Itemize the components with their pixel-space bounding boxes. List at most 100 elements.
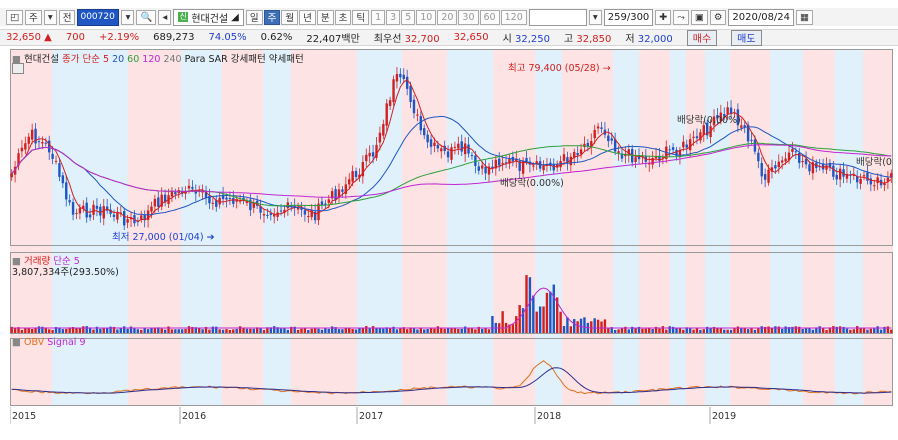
crosshair-icon[interactable]: ⤳ [673, 9, 689, 25]
candle-body [436, 144, 440, 149]
volume-bar [348, 327, 351, 333]
volume-bar [426, 328, 429, 333]
code-dropdown-icon[interactable]: ▾ [121, 9, 135, 25]
volume-bar [460, 328, 463, 333]
price-legend-item: 240 [163, 54, 185, 65]
gear-icon[interactable]: ⚙ [709, 9, 727, 25]
volume-bar [133, 328, 136, 333]
volume-bar [603, 319, 607, 333]
price-legend-item: 현대건설 [24, 54, 62, 65]
chevron-down-icon[interactable]: ▾ [43, 9, 57, 25]
volume-bar [648, 328, 651, 333]
volume-bar [37, 326, 41, 333]
interval-button-0[interactable]: 1 [371, 9, 386, 25]
candle-body [416, 114, 419, 116]
volume-bar [116, 329, 119, 333]
background-band [10, 49, 52, 406]
speaker-icon[interactable]: ◂ [158, 9, 172, 25]
minimize-icon[interactable] [12, 63, 24, 74]
volume-bar [757, 328, 760, 333]
volume-bar [641, 328, 644, 333]
count-field[interactable]: 259/300 [603, 8, 654, 26]
open-value: 32,250 [514, 34, 550, 45]
period-tab-1[interactable]: 주 [263, 9, 281, 25]
period-tab-4[interactable]: 분 [316, 9, 334, 25]
period-tab-0[interactable]: 일 [245, 9, 263, 25]
interval-dropdown-icon[interactable]: ▾ [588, 9, 602, 25]
candle-body [450, 147, 453, 160]
volume-bar [177, 329, 180, 333]
volume-bar [198, 328, 201, 333]
period-tab-5[interactable]: 초 [334, 9, 352, 25]
candle-body [607, 135, 610, 142]
period-tab-6[interactable]: 틱 [352, 9, 370, 25]
volume-bar [351, 329, 354, 333]
interval-button-4[interactable]: 20 [437, 9, 458, 25]
volume-bar [873, 328, 876, 333]
interval-button-5[interactable]: 30 [458, 9, 479, 25]
buy-button[interactable]: 매수 [686, 29, 718, 46]
edit-icon[interactable]: ◢ [231, 12, 239, 23]
candle-body [174, 192, 177, 195]
background-band [863, 49, 893, 406]
volume-bar [515, 316, 518, 333]
candle-body [562, 154, 566, 161]
calendar-icon[interactable]: ▦ [796, 9, 814, 25]
background-band [770, 49, 803, 406]
stock-code-input[interactable]: 000720 [77, 8, 120, 26]
interval-button-3[interactable]: 10 [416, 9, 437, 25]
volume-bar [774, 326, 777, 333]
volume-bar [651, 328, 654, 333]
background-band [835, 49, 863, 406]
menu-button[interactable]: 주 [24, 9, 42, 25]
volume-bar [794, 326, 798, 333]
candle-body [419, 116, 423, 131]
prev-button[interactable]: 전 [58, 9, 76, 25]
volume-bar [337, 329, 341, 333]
dividend-label: 배당락(0.00%) [500, 178, 564, 189]
candle-body [579, 149, 583, 155]
background-band [562, 49, 613, 406]
interval-button-7[interactable]: 120 [500, 9, 527, 25]
volume-bar [552, 284, 555, 333]
volume-bar [303, 328, 307, 333]
candle-body [838, 168, 842, 180]
candle-body [334, 189, 337, 201]
interval-button-6[interactable]: 60 [479, 9, 500, 25]
candle-body [10, 173, 13, 178]
period-tab-2[interactable]: 월 [281, 9, 299, 25]
volume-bar [235, 328, 238, 333]
stock-name-box[interactable]: 신 현대건설 ◢ [173, 8, 244, 26]
interval-button-1[interactable]: 3 [386, 9, 401, 25]
volume-bar [242, 328, 245, 333]
low-label: 저 [625, 34, 635, 45]
candle-body [866, 172, 869, 181]
candle-body [402, 74, 405, 80]
candle-body [317, 203, 320, 221]
candle-body [791, 148, 794, 152]
date-field[interactable]: 2020/08/24 [728, 8, 795, 26]
window-icon[interactable]: ◰ [6, 9, 23, 25]
price-legend-item: 5 [102, 54, 113, 65]
volume-bar [395, 329, 399, 333]
search-icon[interactable]: 🔍 [136, 9, 157, 25]
candle-body [95, 205, 99, 209]
interval-input[interactable] [528, 8, 587, 26]
zoom-in-icon[interactable]: ✚ [655, 9, 672, 25]
sell-button[interactable]: 매도 [731, 29, 762, 46]
volume-bar [699, 329, 702, 333]
volume-bar [259, 328, 262, 333]
volume-bar [163, 329, 167, 333]
save-icon[interactable]: ▣ [690, 9, 708, 25]
period-tab-3[interactable]: 년 [299, 9, 316, 25]
volume-bar [818, 326, 821, 333]
volume-bar [330, 326, 334, 333]
candle-body [71, 202, 75, 215]
candle-body [440, 148, 443, 152]
x-axis-label: 2015 [12, 411, 36, 422]
candle-body [521, 160, 525, 174]
interval-button-2[interactable]: 5 [401, 9, 416, 25]
candle-body [102, 206, 105, 219]
volume-bar [532, 295, 535, 333]
candle-body [225, 197, 228, 200]
